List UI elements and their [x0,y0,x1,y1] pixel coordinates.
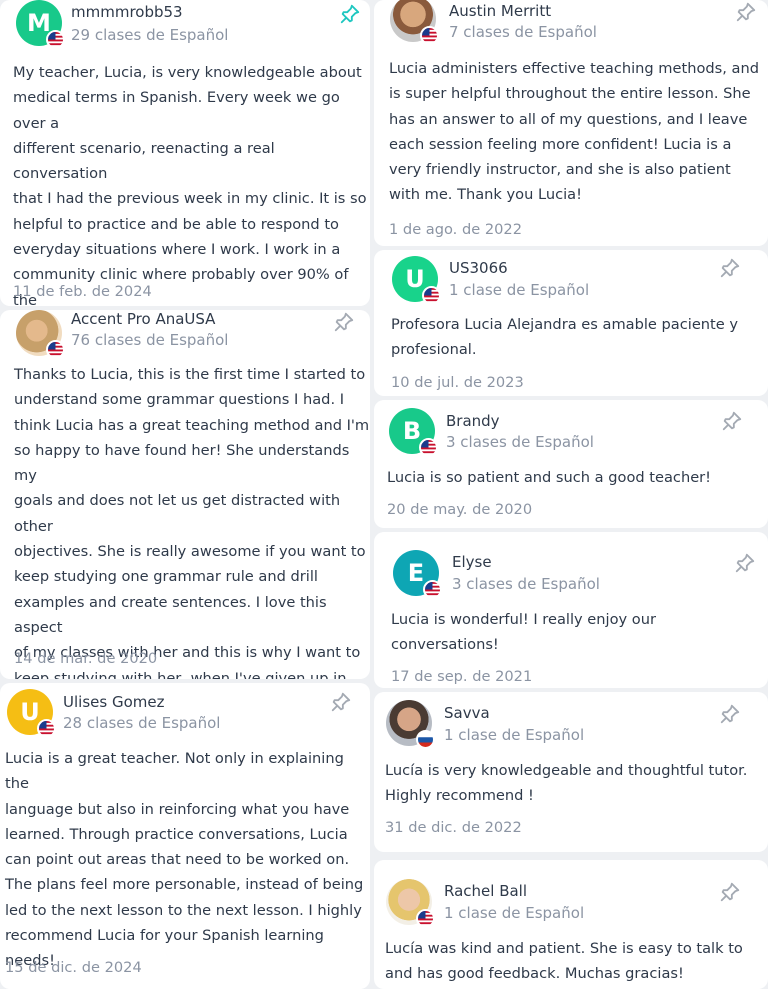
reviewer-name[interactable]: Rachel Ball [444,882,527,900]
review-card: B Brandy 3 clases de Español Lucia is so… [374,400,768,528]
review-card: E Elyse 3 clases de Español Lucia is won… [374,532,768,688]
class-count: 28 clases de Español [63,714,221,732]
review-date: 20 de may. de 2020 [387,501,533,518]
pin-icon[interactable] [330,691,352,713]
review-text: Lucia administers effective teaching met… [389,60,759,204]
avatar[interactable]: B [389,408,438,457]
review-text: Lucia is a great teacher. Not only in ex… [5,750,364,970]
avatar[interactable] [390,0,439,45]
pin-icon[interactable] [734,552,756,574]
us-flag-icon [416,909,435,928]
reviewer-name[interactable]: US3066 [449,259,508,277]
review-text: Thanks to Lucia, this is the first time … [14,366,370,679]
review-date: 17 de sep. de 2021 [391,668,533,685]
reviewer-name[interactable]: Elyse [452,553,492,571]
us-flag-icon [37,719,56,738]
reviewer-name[interactable]: mmmmrobb53 [71,3,183,21]
review-text: Lucía is very knowledgeable and thoughtf… [385,762,748,805]
pin-icon[interactable] [333,311,355,333]
pin-icon[interactable] [339,3,361,25]
reviewer-name[interactable]: Austin Merritt [449,2,551,20]
avatar[interactable]: E [393,550,442,599]
review-card: Savva 1 clase de Español Lucía is very k… [374,692,768,852]
review-text: Lucia is so patient and such a good teac… [387,469,712,486]
class-count: 76 clases de Español [71,331,229,349]
review-date: 14 de mar. de 2020 [14,650,158,667]
pin-icon[interactable] [719,257,741,279]
review-card: Rachel Ball 1 clase de Español Lucía was… [374,860,768,989]
review-card: Accent Pro AnaUSA 76 clases de Español T… [0,310,370,679]
review-date: 15 de dic. de 2024 [5,959,142,976]
review-card: U US3066 1 clase de Español Profesora Lu… [374,250,768,396]
review-date: 1 de ago. de 2022 [389,221,522,238]
reviewer-name[interactable]: Brandy [446,412,500,430]
class-count: 29 clases de Español [71,26,229,44]
review-text: Lucia is wonderful! I really enjoy our c… [391,611,656,654]
avatar[interactable] [386,700,435,749]
reviewer-name[interactable]: Ulises Gomez [63,693,164,711]
avatar[interactable] [386,879,435,928]
review-text: My teacher, Lucia, is very knowledgeable… [13,64,367,306]
us-flag-icon [420,26,439,45]
review-card: M mmmmrobb53 29 clases de Español My tea… [0,0,370,306]
avatar[interactable] [16,310,65,359]
review-text: Lucía was kind and patient. She is easy … [385,940,743,983]
review-date: 11 de feb. de 2024 [13,283,152,300]
avatar[interactable]: U [392,256,441,305]
pin-icon[interactable] [735,1,757,23]
class-count: 3 clases de Español [452,575,600,593]
review-text: Profesora Lucia Alejandra es amable paci… [391,316,739,359]
class-count: 1 clase de Español [444,904,585,922]
review-card: Austin Merritt 7 clases de Español Lucia… [374,0,768,246]
ru-flag-icon [416,730,435,749]
us-flag-icon [46,30,65,49]
class-count: 7 clases de Español [449,23,597,41]
pin-icon[interactable] [721,410,743,432]
review-date: 31 de dic. de 2022 [385,819,522,836]
us-flag-icon [423,580,442,599]
reviewer-name[interactable]: Accent Pro AnaUSA [71,310,215,328]
class-count: 3 clases de Español [446,433,594,451]
pin-icon[interactable] [719,703,741,725]
review-date: 10 de jul. de 2023 [391,374,524,391]
class-count: 1 clase de Español [444,726,585,744]
class-count: 1 clase de Español [449,281,590,299]
review-card: U Ulises Gomez 28 clases de Español Luci… [0,683,370,989]
us-flag-icon [46,340,65,359]
reviewer-name[interactable]: Savva [444,704,490,722]
us-flag-icon [422,286,441,305]
avatar[interactable]: U [7,689,56,738]
us-flag-icon [419,438,438,457]
pin-icon[interactable] [719,881,741,903]
avatar[interactable]: M [16,0,65,49]
